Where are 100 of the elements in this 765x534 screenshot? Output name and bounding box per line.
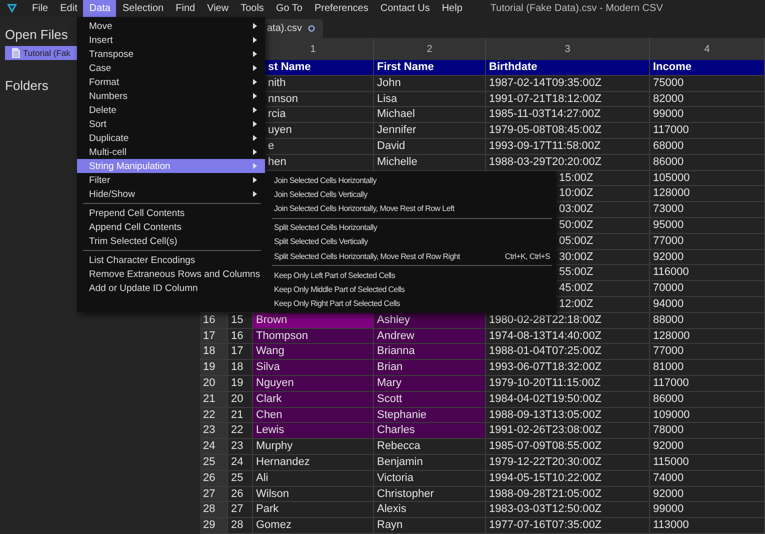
row-number: 21 xyxy=(200,392,228,408)
table-cell: 1984-04-02T19:50:00Z xyxy=(486,392,650,408)
submenu-arrow-icon xyxy=(253,191,257,197)
table-cell: Wang xyxy=(253,344,374,360)
table-cell: 1988-03-29T20:20:00Z xyxy=(486,154,650,171)
table-cell: Benjamin xyxy=(374,454,486,471)
table-cell: 1985-07-09T08:55:00Z xyxy=(486,439,650,455)
column-number[interactable]: 3 xyxy=(486,38,650,60)
table-cell: 92000 xyxy=(650,486,765,502)
table-cell: Wilson xyxy=(253,486,374,502)
section-heading: Folders xyxy=(4,77,50,95)
table-cell: 17 xyxy=(228,344,253,360)
table-cell: 1991-02-26T23:08:00Z xyxy=(486,423,650,440)
table-cell: 1980-02-28T22:18:00Z xyxy=(486,312,650,329)
column-number[interactable]: 2 xyxy=(374,38,486,60)
row-number: 25 xyxy=(200,454,228,471)
table-cell: 94000 xyxy=(650,296,765,313)
menu-item[interactable]: Contact Us xyxy=(374,0,436,17)
row-number: 20 xyxy=(200,376,228,392)
table-cell: 20 xyxy=(228,392,253,408)
submenu-arrow-icon xyxy=(253,149,257,155)
table-cell: 77000 xyxy=(650,234,765,250)
table-cell: 115000 xyxy=(650,454,765,471)
table-cell: Andrew xyxy=(374,328,486,344)
menu-item[interactable]: Go To xyxy=(270,0,308,17)
table-cell: 1979-12-22T20:30:00Z xyxy=(486,454,650,471)
table-cell: Chen xyxy=(253,408,374,424)
menu-item[interactable]: Append Cell Contents xyxy=(77,220,265,234)
table-cell: Silva xyxy=(253,360,374,376)
table-cell: John xyxy=(374,76,486,92)
table-cell: 105000 xyxy=(650,170,765,186)
submenu-arrow-icon xyxy=(253,107,257,113)
table-cell: 16 xyxy=(228,328,253,344)
row-number: 26 xyxy=(200,470,228,487)
menu-item[interactable]: Filter xyxy=(77,173,265,187)
table-cell: 27 xyxy=(228,502,253,518)
table-cell: 1983-03-03T12:50:00Z xyxy=(486,502,650,518)
table-cell: Michael xyxy=(374,107,486,124)
table-cell: 68000 xyxy=(650,138,765,155)
table-cell: 19 xyxy=(228,376,253,392)
table-cell: 1988-09-28T21:05:00Z xyxy=(486,486,650,502)
table-cell: 95000 xyxy=(650,218,765,234)
menu-item[interactable]: Data xyxy=(83,0,116,17)
menu-item[interactable]: View xyxy=(201,0,235,17)
menu-item[interactable]: Preferences xyxy=(308,0,374,17)
row-number: 29 xyxy=(200,518,228,534)
table-cell: Stephanie xyxy=(374,408,486,424)
menu-item[interactable]: Help xyxy=(436,0,468,17)
header-cell: Birthdate xyxy=(486,60,650,76)
table-cell: 21 xyxy=(228,408,253,424)
table-cell: 18 xyxy=(228,360,253,376)
table-cell: 92000 xyxy=(650,250,765,266)
table-cell: 86000 xyxy=(650,392,765,408)
submenu-arrow-icon xyxy=(253,177,257,183)
menu-item[interactable]: Tools xyxy=(234,0,270,17)
menu-item[interactable]: Trim Selected Cell(s) xyxy=(77,234,265,248)
table-cell: Brianna xyxy=(374,344,486,360)
table-cell: 25 xyxy=(228,470,253,487)
table-cell: Scott xyxy=(374,392,486,408)
table-cell: 28 xyxy=(228,518,253,534)
menu-item[interactable]: Selection xyxy=(116,0,170,17)
table-cell: Thompson xyxy=(253,328,374,344)
submenu-arrow-icon xyxy=(253,37,257,43)
table-cell: 116000 xyxy=(650,265,765,282)
column-number[interactable]: 4 xyxy=(650,38,765,60)
row-number: 27 xyxy=(200,486,228,502)
row-number: 28 xyxy=(200,502,228,518)
menu-item[interactable]: Edit xyxy=(54,0,84,17)
menu-item[interactable]: Remove Extraneous Rows and Columns xyxy=(77,267,265,281)
menu-item[interactable]: Prepend Cell Contents xyxy=(77,206,265,220)
table-cell: 1988-01-04T07:25:00Z xyxy=(486,344,650,360)
table-cell: 73000 xyxy=(650,202,765,218)
table-cell: 117000 xyxy=(650,376,765,392)
table-cell: 86000 xyxy=(650,154,765,171)
menu-item[interactable]: Add or Update ID Column xyxy=(77,281,265,295)
table-cell: Murphy xyxy=(253,439,374,455)
menu-item[interactable]: Hide/Show xyxy=(77,187,265,201)
table-cell: 128000 xyxy=(650,186,765,202)
menu-item[interactable]: Move xyxy=(77,19,265,33)
file-tab[interactable]: ata).csv xyxy=(265,19,324,38)
menu-item[interactable]: String Manipulation xyxy=(77,159,265,173)
menu-item[interactable]: Find xyxy=(170,0,202,17)
table-cell: Lisa xyxy=(374,92,486,108)
table-cell: 75000 xyxy=(650,76,765,92)
table-cell: 81000 xyxy=(650,360,765,376)
menu-item[interactable]: File xyxy=(26,0,54,17)
table-cell: 78000 xyxy=(650,423,765,440)
table-cell: David xyxy=(374,138,486,155)
table-cell: 24 xyxy=(228,454,253,471)
table-cell: 77000 xyxy=(650,344,765,360)
menu-item[interactable]: List Character Encodings xyxy=(77,253,265,267)
table-cell: Jennifer xyxy=(374,123,486,139)
table-cell: 109000 xyxy=(650,408,765,424)
document-icon xyxy=(12,48,20,58)
table-cell: 1988-09-13T13:05:00Z xyxy=(486,408,650,424)
table-cell: Nguyen xyxy=(253,376,374,392)
table-cell: Rayn xyxy=(374,518,486,534)
table-cell: Victoria xyxy=(374,470,486,487)
row-number: 18 xyxy=(200,344,228,360)
table-cell: 117000 xyxy=(650,123,765,139)
